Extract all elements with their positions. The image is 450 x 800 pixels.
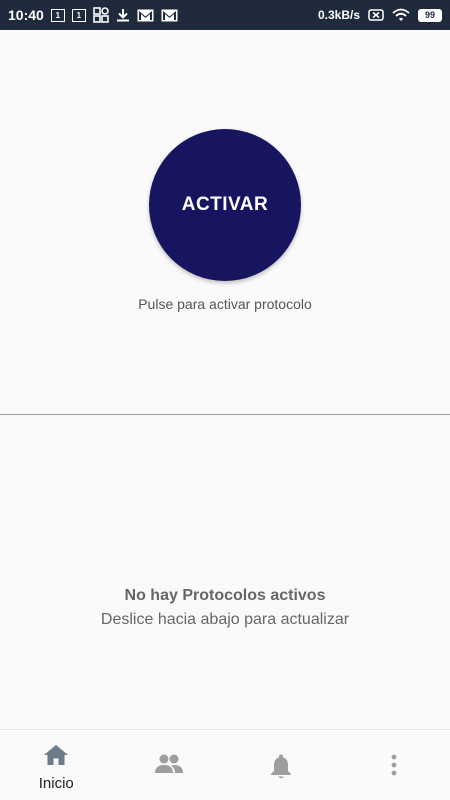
app-screen: 10:40 1 1 0.3kB/s 99 ACTIVAR Pulse para … [0,0,450,800]
status-time: 10:40 [8,7,44,23]
notification-calendar-icon-2: 1 [71,8,86,22]
home-icon [43,744,69,771]
nav-item-groups[interactable] [113,730,226,800]
gmail-icon [137,9,154,22]
nav-label-inicio: Inicio [38,775,74,792]
people-icon [154,754,184,779]
nav-item-notifications[interactable] [225,730,338,800]
no-sim-icon [368,9,384,21]
nav-item-more[interactable] [338,730,450,800]
activate-section: ACTIVAR Pulse para activar protocolo [0,30,450,415]
bell-icon [270,754,292,785]
wifi-icon [392,8,410,22]
activate-hint: Pulse para activar protocolo [138,296,312,312]
empty-state-title: No hay Protocolos activos [124,587,326,604]
activate-button[interactable]: ACTIVAR [149,129,301,281]
grid-apps-icon [93,7,109,23]
gmail-icon-2 [161,9,178,22]
nav-item-inicio[interactable]: Inicio [0,730,113,800]
empty-state-subtitle: Deslice hacia abajo para actualizar [100,611,350,628]
network-speed: 0.3kB/s [317,8,360,22]
bottom-navigation: Inicio [0,729,450,800]
more-vert-icon [390,754,398,781]
download-icon [116,8,130,22]
battery-icon: 99 [418,8,442,22]
notification-calendar-icon: 1 [50,8,65,22]
status-right: 0.3kB/s 99 [318,8,442,22]
status-bar: 10:40 1 1 0.3kB/s 99 [0,0,450,30]
status-left: 10:40 1 1 [8,7,178,23]
section-divider [0,414,450,415]
